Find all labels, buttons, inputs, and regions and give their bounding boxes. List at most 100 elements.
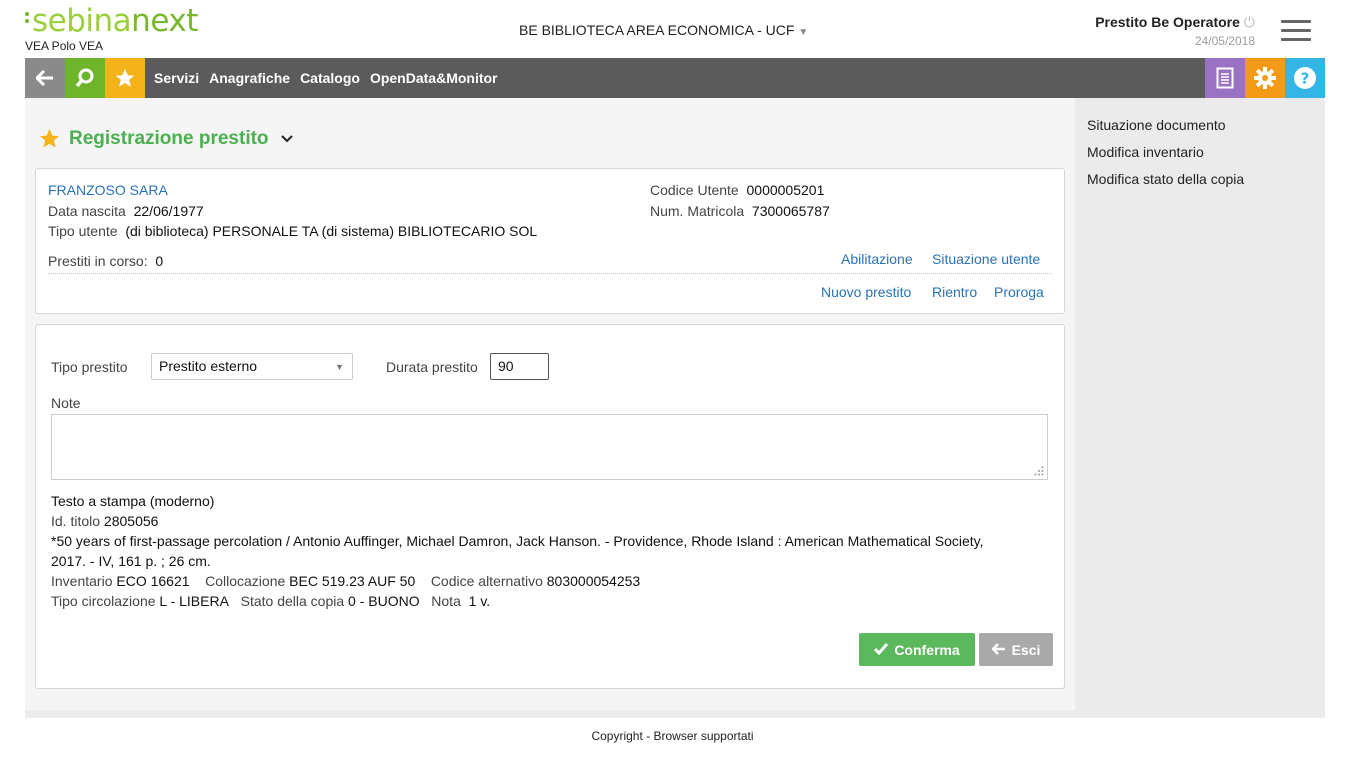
matricola: Num. Matricola 7300065787 bbox=[650, 203, 830, 219]
resize-handle-icon[interactable] bbox=[1034, 466, 1044, 476]
note-textarea[interactable] bbox=[51, 414, 1048, 480]
menu-opendata-monitor[interactable]: OpenData&Monitor bbox=[370, 70, 498, 86]
browsers-link[interactable]: Browser supportati bbox=[653, 729, 753, 743]
copyright-link[interactable]: Copyright bbox=[591, 729, 642, 743]
logo-text-part2: next bbox=[131, 3, 198, 39]
check-icon bbox=[874, 642, 889, 655]
logo[interactable]: sebinanext VEA Polo VEA bbox=[25, 4, 198, 53]
user-type: Tipo utente (di biblioteca) PERSONALE TA… bbox=[48, 223, 537, 239]
collocazione-label: Collocazione bbox=[205, 573, 286, 589]
star-icon bbox=[115, 68, 135, 87]
inventario-label: Inventario bbox=[51, 573, 113, 589]
search-button[interactable] bbox=[65, 58, 105, 98]
footer-separator: - bbox=[642, 729, 654, 743]
document-icon bbox=[1216, 67, 1234, 89]
user-card: FRANZOSO SARA Data nascita 22/06/1977 Ti… bbox=[35, 168, 1065, 314]
arrow-left-icon bbox=[990, 642, 1005, 655]
copy-info: Inventario ECO 16621 Collocazione BEC 51… bbox=[51, 573, 640, 589]
power-icon[interactable]: ⏻ bbox=[1244, 14, 1255, 30]
caret-down-icon: ▼ bbox=[798, 27, 809, 38]
svg-text:?: ? bbox=[1301, 70, 1310, 88]
operator-info: Prestito Be Operatore ⏻ 24/05/2018 bbox=[1095, 14, 1255, 48]
durata-prestito-input[interactable]: 90 bbox=[490, 353, 549, 380]
user-code-label: Codice Utente bbox=[650, 182, 739, 198]
stato-copia-value: 0 - BUONO bbox=[348, 593, 420, 609]
sidebar-item-modifica-inventario[interactable]: Modifica inventario bbox=[1087, 144, 1244, 160]
menu-catalogo[interactable]: Catalogo bbox=[300, 70, 360, 86]
note-label: Note bbox=[51, 395, 81, 411]
user-type-value: (di biblioteca) PERSONALE TA (di sistema… bbox=[125, 223, 538, 239]
description-line1: *50 years of first-passage percolation /… bbox=[51, 533, 984, 549]
chevron-down-icon[interactable] bbox=[280, 134, 293, 143]
sidebar-links: Situazione documento Modifica inventario… bbox=[1087, 117, 1244, 198]
nuovo-prestito-link[interactable]: Nuovo prestito bbox=[821, 284, 911, 300]
help-icon: ? bbox=[1294, 67, 1316, 89]
caret-down-icon: ▼ bbox=[335, 362, 344, 372]
rientro-link[interactable]: Rientro bbox=[932, 284, 977, 300]
bottom-strip bbox=[25, 710, 1325, 718]
stato-copia-label: Stato della copia bbox=[240, 593, 345, 609]
user-code-value: 0000005201 bbox=[746, 182, 825, 198]
operator-name: Prestito Be Operatore bbox=[1095, 14, 1240, 30]
back-button[interactable] bbox=[25, 58, 65, 98]
loans-label: Prestiti in corso: bbox=[48, 253, 148, 269]
page-title-text: Registrazione prestito bbox=[69, 127, 269, 149]
matricola-value: 7300065787 bbox=[751, 203, 830, 219]
help-button[interactable]: ? bbox=[1285, 58, 1325, 98]
confirm-button[interactable]: Conferma bbox=[859, 633, 975, 666]
library-name: BE BIBLIOTECA AREA ECONOMICA - UCF bbox=[519, 22, 795, 38]
arrow-left-icon bbox=[36, 70, 53, 86]
confirm-label: Conferma bbox=[894, 641, 960, 658]
loans-value: 0 bbox=[155, 253, 164, 269]
tipo-circolazione-label: Tipo circolazione bbox=[51, 593, 156, 609]
current-date: 24/05/2018 bbox=[1194, 34, 1255, 48]
main-menu: Servizi Anagrafiche Catalogo OpenData&Mo… bbox=[154, 58, 508, 98]
polo-label: VEA Polo VEA bbox=[25, 39, 104, 53]
page-title: Registrazione prestito bbox=[38, 127, 293, 150]
search-icon bbox=[75, 68, 94, 88]
gear-icon bbox=[1254, 67, 1276, 89]
tipo-prestito-select[interactable]: Prestito esterno ▼ bbox=[151, 353, 353, 380]
circulation-info: Tipo circolazione L - LIBERA Stato della… bbox=[51, 593, 490, 609]
proroga-link[interactable]: Proroga bbox=[994, 284, 1044, 300]
title-id-label: Id. titolo bbox=[51, 513, 101, 529]
tipo-prestito-label: Tipo prestito bbox=[51, 359, 128, 375]
footer: Copyright - Browser supportati bbox=[0, 729, 1345, 743]
codice-alternativo-label: Codice alternativo bbox=[430, 573, 543, 589]
nota-value: 1 v. bbox=[468, 593, 491, 609]
description-line2: 2017. - IV, 161 p. ; 26 cm. bbox=[51, 553, 211, 569]
menu-anagrafiche[interactable]: Anagrafiche bbox=[209, 70, 290, 86]
birth-value: 22/06/1977 bbox=[133, 203, 204, 219]
user-type-label: Tipo utente bbox=[48, 223, 118, 239]
tipo-prestito-value: Prestito esterno bbox=[159, 358, 258, 374]
sidebar-item-modifica-stato-copia[interactable]: Modifica stato della copia bbox=[1087, 171, 1244, 187]
user-code: Codice Utente 0000005201 bbox=[650, 182, 824, 198]
menu-servizi[interactable]: Servizi bbox=[154, 70, 199, 86]
codice-alternativo-value: 803000054253 bbox=[546, 573, 641, 589]
user-name-link[interactable]: FRANZOSO SARA bbox=[48, 182, 168, 198]
hamburger-menu-icon[interactable] bbox=[1281, 20, 1311, 42]
situazione-utente-link[interactable]: Situazione utente bbox=[932, 251, 1040, 267]
tipo-circolazione-value: L - LIBERA bbox=[159, 593, 229, 609]
logo-dots-icon bbox=[25, 12, 31, 30]
title-id: Id. titolo 2805056 bbox=[51, 513, 158, 529]
inventario-value: ECO 16621 bbox=[116, 573, 190, 589]
durata-prestito-label: Durata prestito bbox=[386, 359, 478, 375]
nota-label: Nota bbox=[431, 593, 461, 609]
birth-label: Data nascita bbox=[48, 203, 126, 219]
material-type: Testo a stampa (moderno) bbox=[51, 493, 215, 509]
document-button[interactable] bbox=[1205, 58, 1245, 98]
loans-in-progress: Prestiti in corso: 0 bbox=[48, 253, 163, 269]
toolbar: Servizi Anagrafiche Catalogo OpenData&Mo… bbox=[25, 58, 1325, 98]
matricola-label: Num. Matricola bbox=[650, 203, 745, 219]
settings-button[interactable] bbox=[1245, 58, 1285, 98]
sidebar-item-situazione-documento[interactable]: Situazione documento bbox=[1087, 117, 1244, 133]
abilitazione-link[interactable]: Abilitazione bbox=[841, 251, 913, 267]
star-icon[interactable] bbox=[38, 127, 61, 150]
exit-button[interactable]: Esci bbox=[979, 633, 1053, 666]
favorites-button[interactable] bbox=[105, 58, 145, 98]
library-selector[interactable]: BE BIBLIOTECA AREA ECONOMICA - UCF ▼ bbox=[519, 22, 808, 38]
exit-label: Esci bbox=[1011, 641, 1041, 658]
collocazione-value: BEC 519.23 AUF 50 bbox=[289, 573, 416, 589]
divider bbox=[48, 273, 1052, 274]
